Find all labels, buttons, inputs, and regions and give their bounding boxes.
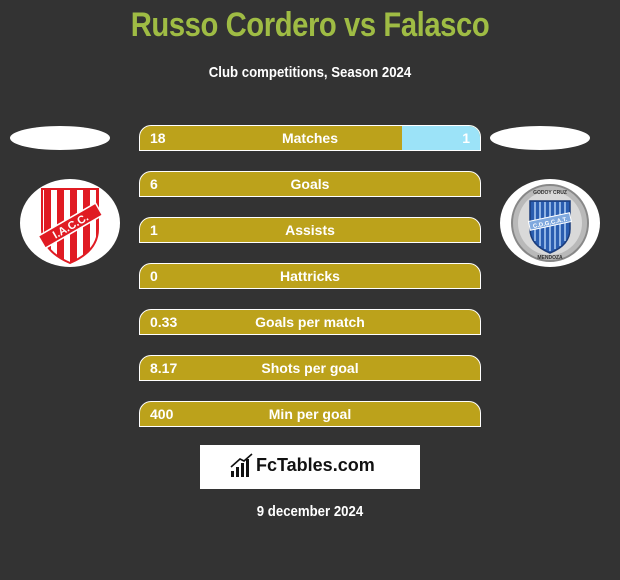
- page-subtitle: Club competitions, Season 2024: [208, 64, 412, 81]
- stat-label: Goals per match: [255, 314, 365, 330]
- right-team-logo: C.D.G.C.A.T. GODOY CRUZ MENDOZA: [500, 179, 600, 267]
- brand-name: FcTables.com: [256, 455, 375, 475]
- godoy-crest-bottom-text: MENDOZA: [537, 255, 563, 261]
- page-title: Russo Cordero vs Falasco: [130, 6, 490, 44]
- godoy-cruz-crest-icon: C.D.G.C.A.T. GODOY CRUZ MENDOZA: [511, 184, 589, 262]
- stat-row: 400 Min per goal: [139, 401, 481, 427]
- stat-row: 6 Goals: [139, 171, 481, 197]
- date-label: 9 december 2024: [256, 503, 364, 520]
- stat-label: Shots per goal: [261, 360, 359, 376]
- stat-row: 0.33 Goals per match: [139, 309, 481, 335]
- stat-label: Matches: [281, 130, 339, 146]
- left-team-logo: I.A.C.C.: [20, 179, 120, 267]
- godoy-crest-top-text: GODOY CRUZ: [533, 190, 567, 196]
- stat-label: Hattricks: [280, 268, 340, 284]
- bar-chart-icon: [230, 453, 253, 477]
- left-player-oval: [10, 126, 110, 150]
- stat-row: 18 Matches 1: [139, 125, 481, 151]
- stat-label: Goals: [290, 176, 330, 192]
- right-value: 1: [462, 130, 470, 146]
- right-player-oval: [490, 126, 590, 150]
- brand-banner[interactable]: FcTables.com: [200, 445, 420, 489]
- stat-row: 0 Hattricks: [139, 263, 481, 289]
- stat-row: 8.17 Shots per goal: [139, 355, 481, 381]
- stat-label: Assists: [285, 222, 335, 238]
- stat-label: Min per goal: [268, 406, 352, 422]
- stat-row: 1 Assists: [139, 217, 481, 243]
- iacc-crest-icon: I.A.C.C.: [37, 188, 104, 265]
